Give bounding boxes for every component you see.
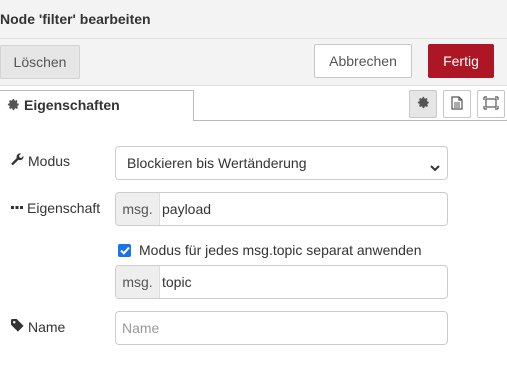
document-icon [451,95,463,113]
tab-bar: Eigenschaften [0,86,507,121]
property-typed-input[interactable]: msg. payload [115,192,448,226]
chevron-down-icon [430,159,440,175]
separate-topics-row: Modus für jedes msg.topic separat anwend… [118,241,422,259]
name-label-group: Name [11,319,65,335]
topic-typed-input[interactable]: msg. topic [115,265,448,299]
name-label: Name [28,319,66,335]
gear-icon [7,98,20,111]
mode-select[interactable]: Blockieren bis Wertänderung [115,146,448,180]
gear-icon [417,96,430,112]
description-tab-button[interactable] [443,90,471,118]
tab-properties-label: Eigenschaften [24,97,120,113]
name-input[interactable] [122,318,440,338]
tab-bar-divider [194,120,507,121]
mode-label: Modus [28,153,71,169]
appearance-icon [483,95,499,113]
wrench-icon [11,153,28,169]
topic-type-prefix[interactable]: msg. [116,266,160,298]
property-label-group: Eigenschaft [11,200,100,216]
property-type-prefix[interactable]: msg. [116,193,160,225]
mode-select-value: Blockieren bis Wertänderung [127,155,307,171]
delete-button[interactable]: Löschen [0,45,80,79]
separate-topics-label: Modus für jedes msg.topic separat anwend… [139,242,422,258]
dialog-toolbar: Löschen Abbrechen Fertig [0,39,507,86]
properties-tab-button[interactable] [409,90,437,118]
cancel-button[interactable]: Abbrechen [314,44,412,78]
dialog-titlebar: Node 'filter' bearbeiten [0,0,507,39]
separate-topics-checkbox[interactable] [118,243,131,257]
property-value[interactable]: payload [162,201,211,217]
appearance-tab-button[interactable] [477,90,505,118]
ellipsis-icon [11,200,27,216]
done-button[interactable]: Fertig [428,44,494,78]
tab-properties[interactable]: Eigenschaften [0,90,194,121]
mode-label-group: Modus [11,153,70,169]
dialog-title: Node 'filter' bearbeiten [0,11,151,27]
topic-value[interactable]: topic [162,274,192,290]
property-label: Eigenschaft [27,200,101,216]
tag-icon [11,319,28,335]
name-field[interactable] [115,311,448,345]
